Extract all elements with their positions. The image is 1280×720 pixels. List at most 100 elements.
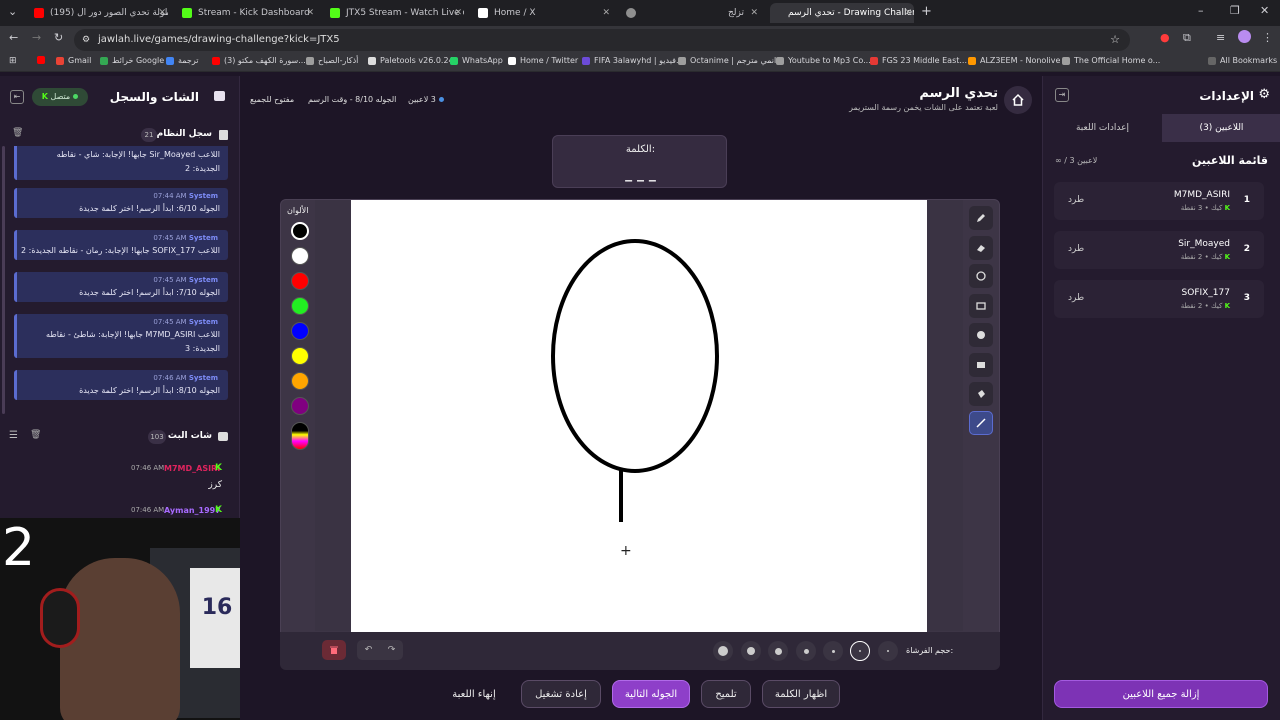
brush-size-option[interactable] — [768, 641, 788, 661]
bookmark-item[interactable]: Octanime | انمي مترجم... — [678, 56, 784, 65]
kick-player-button[interactable]: طرد — [1068, 195, 1084, 205]
color-swatch-black[interactable] — [291, 222, 309, 240]
brush-size-option[interactable] — [878, 641, 898, 661]
end-game-button[interactable]: إنهاء اللعبة — [438, 680, 510, 708]
color-swatch-red[interactable] — [291, 272, 309, 290]
media-icon[interactable]: ≡ — [1216, 31, 1225, 44]
brush-size-option[interactable] — [741, 641, 761, 661]
browser-tab[interactable]: Stream - Kick Dashboard ✕ — [178, 3, 316, 23]
extension-red-icon[interactable]: ● — [1160, 31, 1170, 44]
collapse-panel-icon[interactable]: ⇥ — [1055, 88, 1069, 102]
new-tab-icon[interactable]: + — [921, 4, 932, 19]
color-swatch-purple[interactable] — [291, 397, 309, 415]
system-log-list[interactable]: اللاعب Sir_Moayed جابها! الإجابة: شاي - … — [0, 146, 240, 416]
bookmark-item[interactable]: ترجمة — [166, 56, 199, 65]
all-bookmarks[interactable]: All Bookmarks — [1208, 56, 1277, 65]
hint-button[interactable]: تلميح — [701, 680, 751, 708]
close-tab-icon[interactable]: ✕ — [750, 8, 758, 18]
list-icon[interactable]: ☰ — [9, 430, 18, 441]
filled-circle-tool[interactable] — [969, 323, 993, 347]
minimize-icon[interactable]: – — [1198, 4, 1204, 17]
color-swatch-white[interactable] — [291, 247, 309, 265]
browser-tab[interactable]: (195) بطولة تحدي الصور دور ال ✕ — [30, 3, 168, 23]
next-round-button[interactable]: الجوله التالية — [612, 680, 690, 708]
apps-grid-icon[interactable]: ⊞ — [9, 56, 17, 66]
restart-button[interactable]: إعادة تشغيل — [521, 680, 601, 708]
close-tab-icon[interactable]: ✕ — [904, 8, 912, 18]
bookmark-item[interactable]: The Official Home o... — [1062, 56, 1160, 65]
bookmark-item[interactable]: FGS 23 Middle East... — [870, 56, 967, 65]
bookmark-item[interactable]: Paletools v26.0.24 — [368, 56, 454, 65]
bookmark-item[interactable]: Gmail — [56, 56, 91, 65]
undo-button[interactable]: ↶ ↷ — [357, 640, 403, 660]
browser-tab-active[interactable]: تحدي الرسم - Drawing Challenge✕ — [770, 3, 914, 23]
kick-player-button[interactable]: طرد — [1068, 293, 1084, 303]
bookmark-item[interactable]: (3) سورة الكهف مكتو... — [212, 56, 306, 65]
bookmark-youtube-icon[interactable] — [37, 56, 49, 64]
brush-size-option[interactable] — [796, 641, 816, 661]
brush-size-option[interactable] — [823, 641, 843, 661]
color-swatch-yellow[interactable] — [291, 347, 309, 365]
undo-icon[interactable]: ↶ — [365, 645, 373, 655]
drawing-canvas[interactable]: + — [351, 200, 927, 632]
eraser-tool[interactable] — [969, 236, 993, 260]
kick-icon: K — [215, 505, 222, 515]
fill-bucket-tool[interactable] — [969, 382, 993, 406]
color-swatch-orange[interactable] — [291, 372, 309, 390]
home-button[interactable] — [1004, 86, 1032, 114]
bookmark-item[interactable]: Youtube to Mp3 Co... — [776, 56, 871, 65]
bookmark-item[interactable]: أذكار-الصباح — [306, 56, 358, 65]
circle-tool[interactable] — [969, 264, 993, 288]
close-tab-icon[interactable]: ✕ — [306, 8, 314, 18]
pencil-tool[interactable] — [969, 206, 993, 230]
tab-game-settings[interactable]: إعدادات اللعبة — [1043, 114, 1162, 142]
trash-icon[interactable]: 🗑 — [30, 430, 41, 440]
bookmark-star-icon[interactable]: ☆ — [1110, 29, 1120, 51]
back-icon[interactable]: ← — [9, 31, 18, 44]
chat-panel-title: الشات والسجل — [109, 90, 199, 104]
player-card: طرد Sir_Moayed K كيك • 2 نقطة 2 — [1054, 231, 1264, 269]
tab-search-icon[interactable]: ⌄ — [8, 5, 17, 18]
reveal-word-button[interactable]: اظهار الكلمة — [762, 680, 840, 708]
menu-icon[interactable]: ⋮ — [1262, 31, 1273, 44]
custom-color-picker[interactable] — [291, 422, 309, 450]
url-input[interactable]: ⚙ jawlah.live/games/drawing-challenge?ki… — [74, 29, 1130, 51]
trash-icon[interactable]: 🗑 — [12, 128, 23, 138]
tab-label: تزلج — [727, 8, 744, 18]
bookmark-item[interactable]: ALZ3EEM - Nonolive — [968, 56, 1060, 65]
scrollbar[interactable] — [2, 146, 5, 414]
close-tab-icon[interactable]: ✕ — [454, 8, 462, 18]
site-info-icon[interactable]: ⚙ — [82, 29, 90, 51]
brush-size-option[interactable] — [713, 641, 733, 661]
bookmark-item[interactable]: FIFA 3alawyhd | فيديو... — [582, 56, 684, 65]
line-tool[interactable] — [969, 411, 993, 435]
close-tab-icon[interactable]: ✕ — [602, 8, 610, 18]
extensions-icon[interactable]: ⧉ — [1183, 31, 1191, 45]
bookmark-item[interactable]: WhatsApp — [450, 56, 503, 65]
bookmark-item[interactable]: خرائط Google — [100, 56, 164, 65]
close-window-icon[interactable]: ✕ — [1260, 4, 1269, 17]
collapse-panel-icon[interactable]: ⇤ — [10, 90, 24, 104]
color-swatch-blue[interactable] — [291, 322, 309, 340]
remove-all-players-button[interactable]: إزالة جميع اللاعبين — [1054, 680, 1268, 708]
forward-icon[interactable]: → — [32, 31, 41, 44]
brush-size-option-selected[interactable] — [850, 641, 870, 661]
stream-chat-title: شات البث — [167, 431, 212, 441]
browser-tab[interactable]: Home / X ✕ — [474, 3, 612, 23]
profile-avatar[interactable] — [1238, 30, 1251, 43]
tab-players[interactable]: اللاعبين (3) — [1162, 114, 1280, 142]
filled-rectangle-tool[interactable] — [969, 353, 993, 377]
color-swatch-green[interactable] — [291, 297, 309, 315]
bookmark-item[interactable]: Home / Twitter — [508, 56, 578, 65]
clear-canvas-button[interactable] — [322, 640, 346, 660]
maximize-icon[interactable]: ❐ — [1230, 4, 1240, 17]
browser-tab[interactable]: تزلج ✕ — [622, 3, 760, 23]
circle-icon — [976, 271, 986, 281]
rectangle-tool[interactable] — [969, 294, 993, 318]
browser-tab[interactable]: JTX5 Stream - Watch Live on Ki✕ — [326, 3, 464, 23]
kick-player-button[interactable]: طرد — [1068, 244, 1084, 254]
redo-icon[interactable]: ↷ — [388, 645, 396, 655]
system-message: 07:44 AM System الجوله 6/10: ابدأ الرسم!… — [14, 188, 228, 218]
close-tab-icon[interactable]: ✕ — [158, 8, 166, 18]
reload-icon[interactable]: ↻ — [54, 31, 63, 44]
